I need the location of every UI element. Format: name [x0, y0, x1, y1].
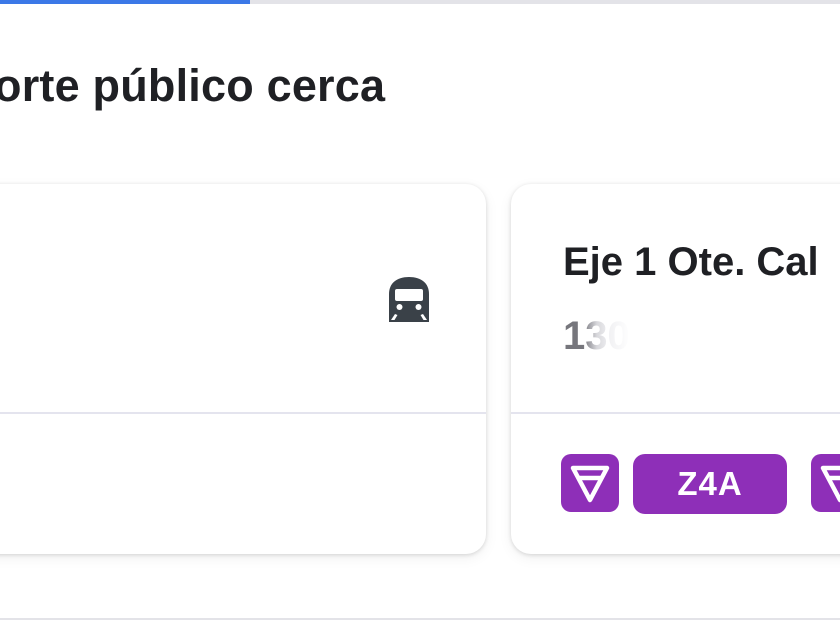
route-badge[interactable]: Z4A: [633, 454, 787, 514]
section-title: orte público cerca: [0, 60, 386, 111]
transit-stop-card[interactable]: Eje 1 Ote. Cal 130 m Z4A: [511, 184, 840, 554]
section-bottom-rule: [0, 618, 840, 620]
stop-name: Eje 1 Ote. Cal: [563, 240, 819, 284]
trolleybus-icon: [811, 454, 840, 512]
transit-stop-card[interactable]: [0, 184, 486, 554]
bus-icon: [389, 277, 429, 322]
stop-distance: 130 m: [563, 314, 677, 358]
nearby-transit-screen: orte público cerca Eje 1 Ote. Cal 130 m …: [0, 0, 840, 630]
trolleybus-icon: [561, 454, 619, 512]
card-divider: [511, 412, 840, 414]
active-tab-indicator[interactable]: [0, 0, 250, 4]
card-divider: [0, 412, 486, 414]
